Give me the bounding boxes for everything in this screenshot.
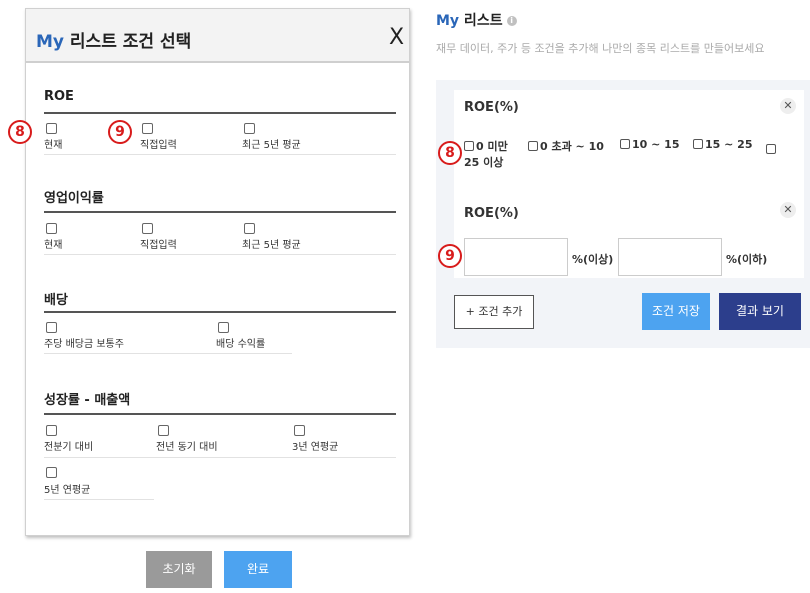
card-title: ROE(%) [464,100,519,115]
checkbox[interactable] [766,144,776,154]
section-divider [44,311,396,313]
callout-badge-8: 8 [438,141,462,165]
checkbox-om-current[interactable] [46,223,57,234]
modal-title: My 리스트 조건 선택 [36,27,191,52]
modal-title-my: My [36,32,64,52]
info-icon[interactable]: i [506,16,517,26]
option-label: 직접입력 [140,240,177,251]
option-label: 3년 연평균 [292,442,339,453]
range-option-label: 0 초과 ~ 10 [540,140,604,153]
range-option-5-checkbox[interactable] [766,138,778,157]
option-label: 전분기 대비 [44,442,94,453]
modal-title-text: 리스트 조건 선택 [64,32,192,52]
panel-title-my: My [436,13,460,29]
checkbox[interactable] [528,141,538,151]
remove-card-icon[interactable]: ✕ [780,202,796,218]
range-option-5-label: 25 이상 [464,156,504,169]
callout-badge-9: 9 [108,120,132,144]
row-divider [44,254,396,255]
checkbox-growth-3yr[interactable] [294,425,305,436]
checkbox-om-5yr[interactable] [244,223,255,234]
panel-subtitle: 재무 데이터, 주가 등 조건을 추가해 나만의 종목 리스트를 만들어보세요 [436,42,765,55]
range-option-1[interactable]: 0 미만 [464,138,508,154]
close-icon[interactable]: X [389,25,404,50]
remove-card-icon[interactable]: ✕ [780,98,796,114]
row-divider [44,154,396,155]
callout-badge-9: 9 [438,244,462,268]
checkbox[interactable] [620,139,630,149]
reset-button[interactable]: 초기화 [146,551,212,588]
option-label: 최근 5년 평균 [242,140,301,151]
checkbox[interactable] [693,139,703,149]
condition-card-roe-range: ROE(%) ✕ 0 미만 0 초과 ~ 10 10 ~ 15 15 ~ 25 … [454,90,804,190]
min-unit-label: %(이상) [572,253,614,266]
section-divider [44,413,396,415]
done-button[interactable]: 완료 [224,551,292,588]
checkbox[interactable] [464,141,474,151]
section-title-revenue-growth: 성장률 - 매출액 [44,393,131,408]
range-option-4[interactable]: 15 ~ 25 [693,138,753,151]
callout-badge-8: 8 [8,120,32,144]
max-value-input[interactable] [618,238,722,276]
option-label: 현재 [44,240,63,251]
option-label: 직접입력 [140,140,177,151]
checkbox-growth-yoy[interactable] [158,425,169,436]
checkbox-roe-manual[interactable] [142,123,153,134]
row-divider [44,457,396,458]
card-title: ROE(%) [464,206,519,221]
option-label: 현재 [44,140,63,151]
row-divider [44,353,292,354]
condition-card-roe-manual: ROE(%) ✕ %(이상) %(이하) [454,188,804,278]
section-title-operating-margin: 영업이익률 [44,191,104,206]
checkbox-dividend-yield[interactable] [218,322,229,333]
condition-modal: My 리스트 조건 선택 X ROE 현재 직접입력 최근 5년 평균 영업이익… [25,8,410,536]
view-result-button[interactable]: 결과 보기 [719,293,801,330]
checkbox-dividend-per-share[interactable] [46,322,57,333]
checkbox-roe-current[interactable] [46,123,57,134]
section-divider [44,211,396,213]
range-option-label: 10 ~ 15 [632,138,680,151]
max-unit-label: %(이하) [726,253,768,266]
save-condition-button[interactable]: 조건 저장 [642,293,710,330]
panel-title: My 리스트 i [436,10,517,30]
option-label: 최근 5년 평균 [242,240,301,251]
checkbox-om-manual[interactable] [142,223,153,234]
range-option-2[interactable]: 0 초과 ~ 10 [528,138,604,154]
checkbox-growth-5yr[interactable] [46,467,57,478]
section-title-roe: ROE [44,89,74,104]
modal-header: My 리스트 조건 선택 X [26,9,409,63]
range-option-label: 15 ~ 25 [705,138,753,151]
checkbox-roe-5yr[interactable] [244,123,255,134]
option-label: 전년 동기 대비 [156,442,218,453]
section-divider [44,112,396,114]
range-option-label: 0 미만 [476,140,508,153]
section-title-dividend: 배당 [44,293,68,308]
range-option-3[interactable]: 10 ~ 15 [620,138,680,151]
panel-title-text: 리스트 [459,13,503,29]
checkbox-growth-qoq[interactable] [46,425,57,436]
option-label: 5년 연평균 [44,485,91,496]
option-label: 주당 배당금 보통주 [44,339,124,350]
row-divider [44,499,154,500]
min-value-input[interactable] [464,238,568,276]
add-condition-button[interactable]: + 조건 추가 [454,295,534,329]
option-label: 배당 수익률 [216,339,266,350]
